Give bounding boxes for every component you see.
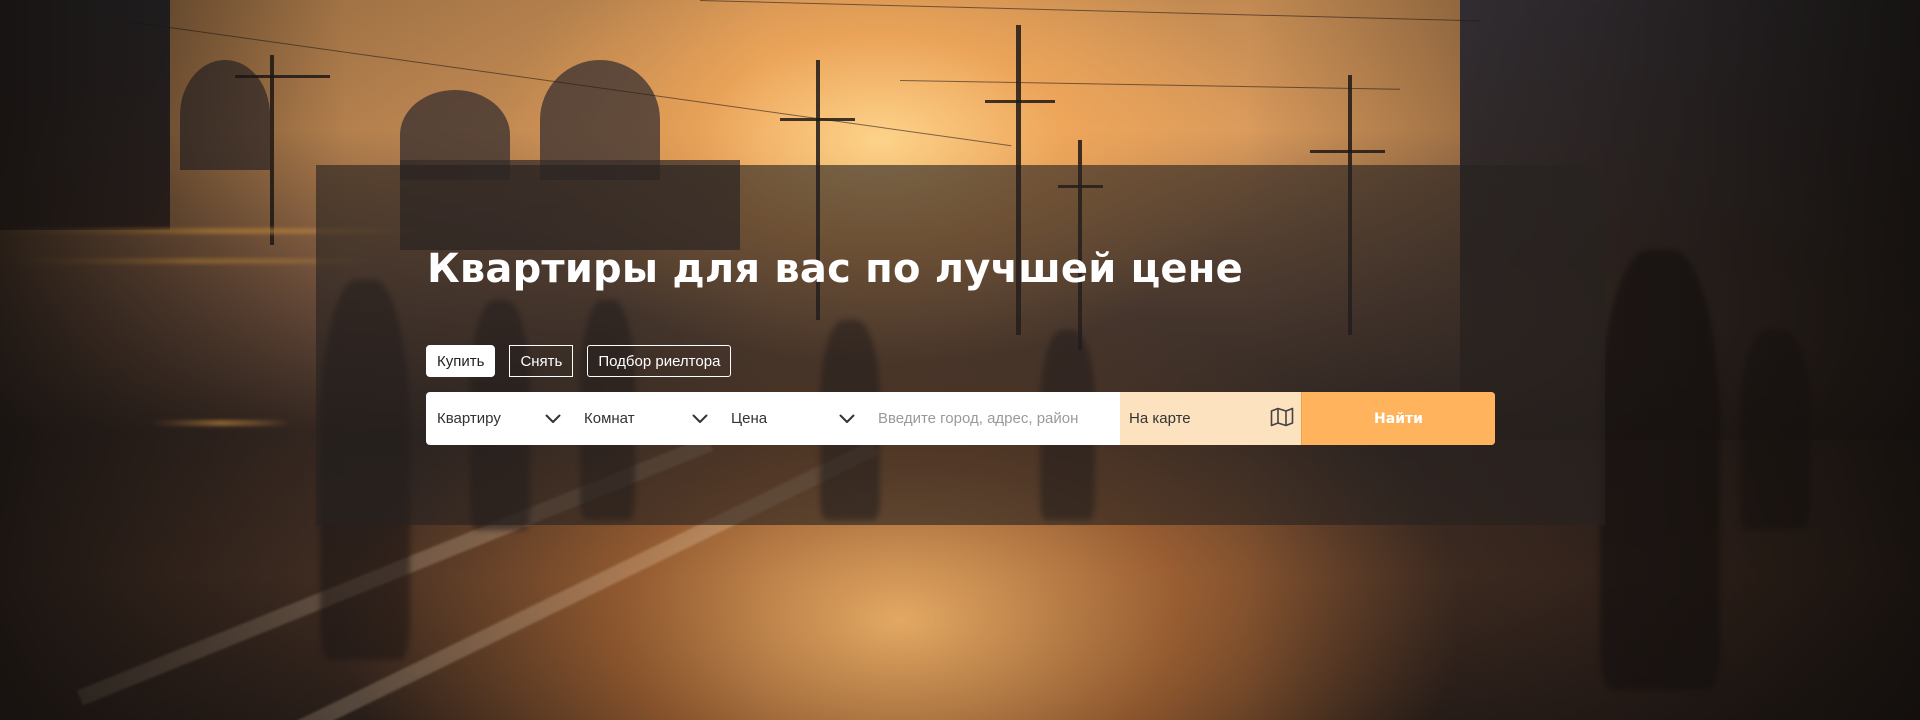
find-button[interactable]: Найти — [1301, 392, 1495, 445]
price-select[interactable]: Цена — [720, 392, 867, 445]
tab-buy[interactable]: Купить — [426, 345, 496, 377]
map-icon — [1270, 407, 1294, 431]
deal-type-tabs: Купить Снять Подбор риелтора — [426, 345, 732, 377]
rooms-select[interactable]: Комнат — [573, 392, 720, 445]
property-type-value: Квартиру — [437, 410, 501, 427]
chevron-down-icon — [545, 411, 561, 427]
price-value: Цена — [731, 410, 768, 427]
tab-realtor[interactable]: Подбор риелтора — [587, 345, 732, 377]
chevron-down-icon — [839, 411, 855, 427]
search-bar: Квартиру Комнат Цена На карте Найти — [426, 392, 1495, 445]
tab-rent[interactable]: Снять — [509, 345, 574, 377]
page-title: Квартиры для вас по лучшей цене — [427, 246, 1243, 292]
map-view-button[interactable]: На карте — [1120, 392, 1301, 445]
location-search-input[interactable] — [867, 392, 1120, 445]
chevron-down-icon — [692, 411, 708, 427]
rooms-value: Комнат — [584, 410, 635, 427]
map-view-label: На карте — [1129, 410, 1191, 427]
property-type-select[interactable]: Квартиру — [426, 392, 573, 445]
